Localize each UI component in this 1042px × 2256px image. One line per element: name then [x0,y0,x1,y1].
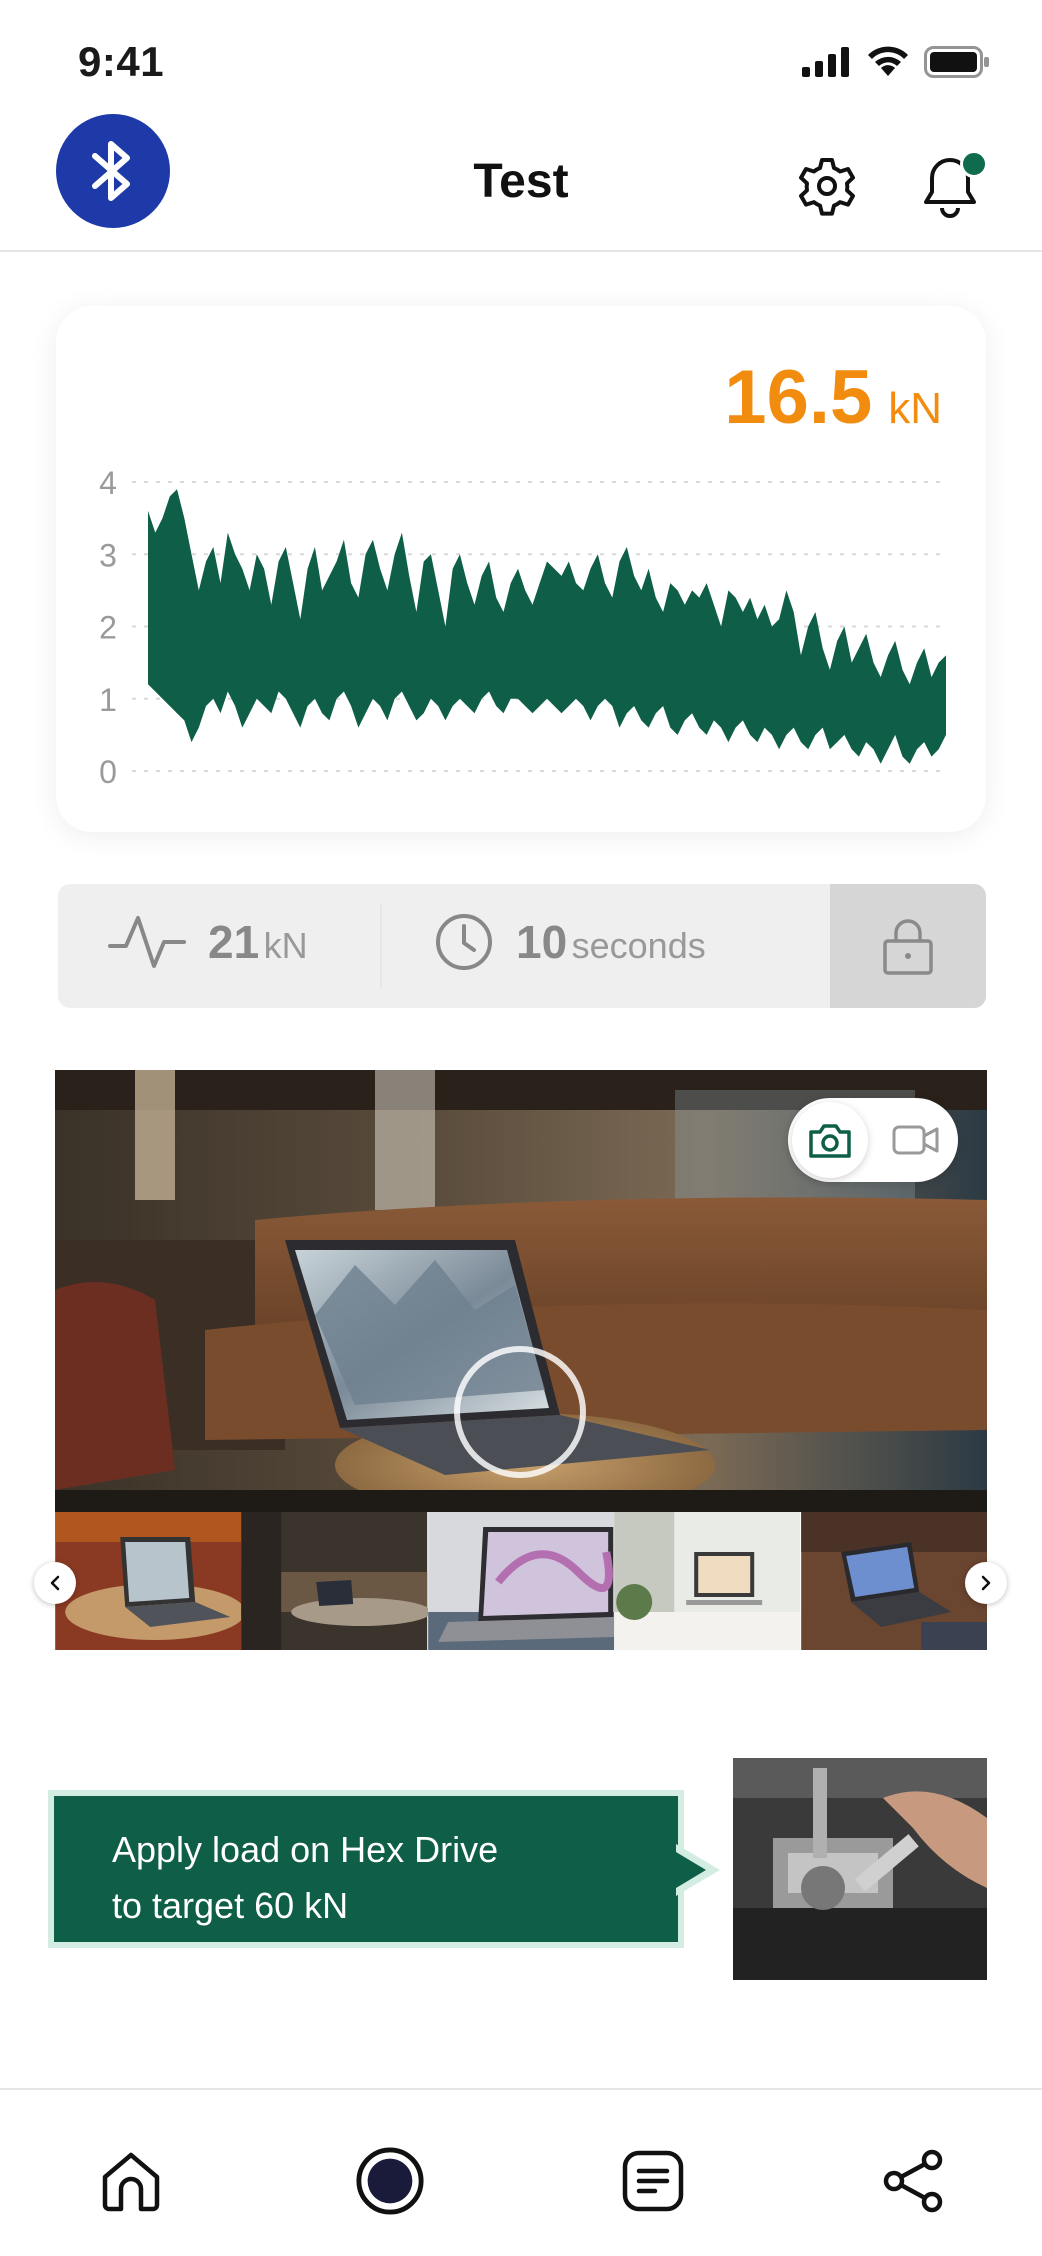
status-bar: 9:41 [0,0,1042,120]
stats-bar: 21 kN 10 seconds [58,884,986,1008]
reference-photo-image [733,1758,987,1980]
instruction-pointer-inner [676,1852,706,1888]
capture-button[interactable] [454,1346,586,1478]
chevron-right-icon [981,1575,991,1591]
nav-home[interactable] [96,2146,166,2216]
gear-icon [799,158,855,216]
notification-badge [960,150,988,178]
y-tick-label: 4 [99,465,117,501]
bottom-nav [0,2088,1042,2256]
force-chart-card: 16.5 kN 01234 [56,306,986,832]
thumbnail[interactable] [800,1512,987,1650]
lock-icon [883,919,933,975]
app-header: Test [0,110,1042,252]
status-time: 9:41 [78,38,165,85]
instruction-line-2: to target 60 kN [112,1885,349,1926]
cellular-signal-icon [802,47,849,77]
thumbnails-next-button[interactable] [965,1562,1007,1604]
force-value: 21 [208,916,260,968]
camera-icon [809,1124,851,1158]
reference-photo[interactable] [733,1758,987,1980]
pulse-icon [108,916,186,968]
clock-icon [436,914,492,970]
thumbnails-prev-button[interactable] [34,1562,76,1604]
thumbnail[interactable] [427,1512,614,1650]
thumbnail-strip [55,1512,987,1650]
share-icon [883,2149,943,2213]
media-mode-toggle [788,1098,958,1182]
status-icons [802,46,990,78]
force-unit: kN [263,925,308,966]
notifications-button[interactable] [918,150,988,222]
duration-stat: 10 seconds [434,912,706,972]
video-mode-button[interactable] [878,1102,954,1178]
thumbnail[interactable] [614,1512,801,1650]
photo-mode-button[interactable] [792,1102,868,1178]
time-unit: seconds [571,925,706,966]
lock-button[interactable] [830,884,986,1008]
settings-button[interactable] [795,154,859,218]
wifi-icon [868,46,908,76]
thumbnail[interactable] [241,1512,428,1650]
battery-icon [924,46,989,78]
time-value: 10 [516,916,568,968]
nav-notes[interactable] [618,2146,688,2216]
stats-divider [380,904,382,988]
instruction-text: Apply load on Hex Drive to target 60 kN [54,1796,678,1942]
nav-share[interactable] [878,2146,948,2216]
notes-icon [622,2150,684,2212]
home-icon [102,2152,160,2212]
record-icon [356,2147,424,2215]
y-tick-label: 1 [99,682,117,718]
force-chart: 0 1 2 3 4 [99,465,946,790]
page-title: Test [473,155,569,208]
video-camera-icon [892,1125,939,1155]
chevron-left-icon [50,1575,60,1591]
instruction-callout: Apply load on Hex Drive to target 60 kN [48,1790,684,1948]
thumbnail[interactable] [55,1512,242,1650]
y-tick-label: 2 [99,610,117,646]
y-tick-label: 0 [99,754,117,790]
target-force-stat: 21 kN [108,912,308,972]
force-area-series [148,489,946,764]
y-tick-label: 3 [99,537,117,573]
instruction-line-1: Apply load on Hex Drive [112,1829,499,1870]
nav-record[interactable] [355,2146,425,2216]
